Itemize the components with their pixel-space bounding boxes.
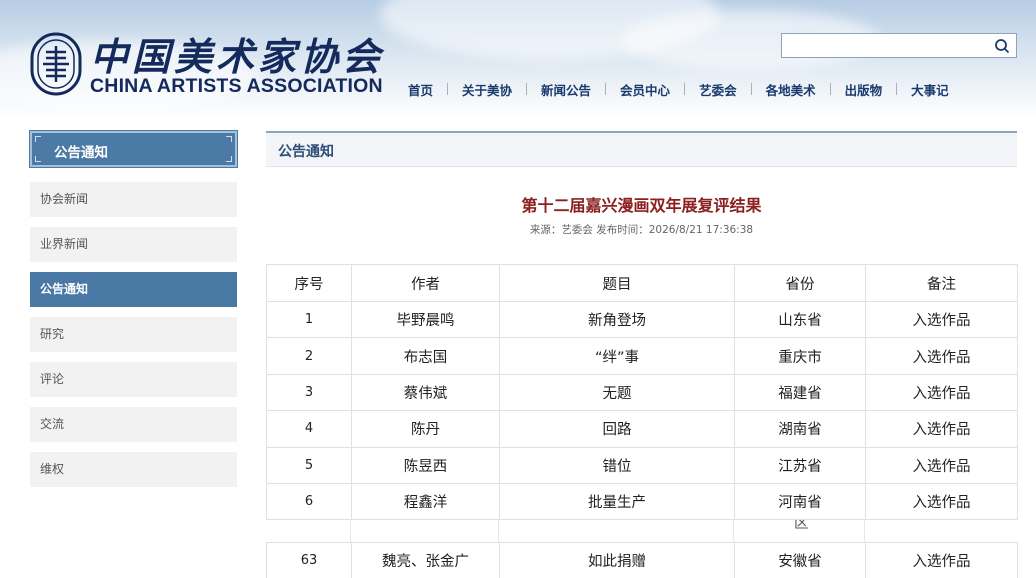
cell-author: 毕野晨鸣 bbox=[351, 300, 500, 339]
nav-item-events[interactable]: 大事记 bbox=[911, 80, 949, 99]
cell-index: 2 bbox=[266, 337, 352, 375]
nav-separator bbox=[605, 83, 607, 95]
column-line bbox=[733, 520, 734, 542]
cell-title: 回路 bbox=[499, 410, 735, 448]
cell-index: 1 bbox=[266, 300, 352, 339]
nav-item-home[interactable]: 首页 bbox=[408, 80, 433, 99]
frame-corner bbox=[35, 136, 41, 142]
table-row: 63 魏亮、张金广 如此捐赠 安徽省 入选作品 bbox=[266, 542, 1018, 578]
results-table-tail: 63 魏亮、张金广 如此捐赠 安徽省 入选作品 bbox=[266, 542, 1018, 578]
cell-province: 重庆市 bbox=[734, 337, 866, 375]
cell-index: 63 bbox=[266, 542, 352, 578]
site-header: 中国美术家协会 CHINA ARTISTS ASSOCIATION 首页 关于美… bbox=[0, 0, 1036, 118]
column-line bbox=[498, 520, 499, 542]
cell-index: 3 bbox=[266, 373, 352, 412]
nav-item-art-committee[interactable]: 艺委会 bbox=[699, 80, 737, 99]
column-header-index: 序号 bbox=[266, 264, 352, 302]
nav-item-publications[interactable]: 出版物 bbox=[845, 80, 883, 99]
cell-remark: 入选作品 bbox=[865, 337, 1018, 375]
sidebar-item-announcements[interactable]: 公告通知 bbox=[30, 272, 237, 307]
nav-item-regional[interactable]: 各地美术 bbox=[766, 80, 816, 99]
nav-separator bbox=[750, 83, 752, 95]
sidebar-item-exchange[interactable]: 交流 bbox=[30, 407, 237, 442]
cell-title: 错位 bbox=[499, 446, 735, 484]
nav-item-about[interactable]: 关于美协 bbox=[462, 80, 512, 99]
cell-author: 陈昱西 bbox=[351, 446, 500, 484]
search-icon[interactable] bbox=[994, 38, 1010, 54]
cell-author: 布志国 bbox=[351, 337, 500, 375]
column-header-author: 作者 bbox=[351, 264, 500, 302]
table-row: 4 陈丹 回路 湖南省 入选作品 bbox=[266, 410, 1018, 448]
cell-index: 5 bbox=[266, 446, 352, 484]
cell-author: 蔡伟斌 bbox=[351, 373, 500, 412]
article-meta: 来源：艺委会 发布时间：2026/8/21 17:36:38 bbox=[529, 224, 754, 236]
cell-index: 6 bbox=[266, 482, 352, 521]
sidebar: 公告通知 协会新闻 业界新闻 公告通知 研究 评论 交流 维权 bbox=[29, 130, 238, 487]
cell-province: 江苏省 bbox=[734, 446, 866, 484]
column-line bbox=[350, 520, 351, 542]
cell-remark: 入选作品 bbox=[865, 300, 1018, 339]
cell-remark: 入选作品 bbox=[865, 482, 1018, 521]
section-header: 公告通知 bbox=[266, 131, 1017, 167]
cell-author: 魏亮、张金广 bbox=[351, 542, 500, 578]
cell-province: 湖南省 bbox=[734, 410, 866, 448]
cell-remark: 入选作品 bbox=[865, 446, 1018, 484]
section-title: 公告通知 bbox=[278, 144, 334, 160]
nav-separator bbox=[526, 83, 528, 95]
frame-corner bbox=[226, 156, 232, 162]
nav-separator bbox=[684, 83, 686, 95]
nav-separator bbox=[829, 83, 831, 95]
frame-corner bbox=[35, 156, 41, 162]
nav-separator bbox=[447, 83, 449, 95]
table-row: 1 毕野晨鸣 新角登场 山东省 入选作品 bbox=[266, 300, 1018, 339]
association-emblem-icon[interactable] bbox=[30, 28, 82, 100]
cell-title: “绊”事 bbox=[499, 337, 735, 375]
cell-province: 山东省 bbox=[734, 300, 866, 339]
site-logo-english[interactable]: CHINA ARTISTS ASSOCIATION bbox=[90, 75, 383, 98]
column-header-title: 题目 bbox=[499, 264, 735, 302]
cell-remark: 入选作品 bbox=[865, 542, 1018, 578]
cell-index: 4 bbox=[266, 410, 352, 448]
column-header-remark: 备注 bbox=[865, 264, 1018, 302]
cell-province: 河南省 bbox=[734, 482, 866, 521]
frame-corner bbox=[226, 136, 232, 142]
sidebar-item-industry-news[interactable]: 业界新闻 bbox=[30, 227, 237, 262]
column-line bbox=[864, 520, 865, 542]
table-row: 6 程鑫洋 批量生产 河南省 入选作品 bbox=[266, 482, 1018, 521]
site-logo-chinese[interactable]: 中国美术家协会 bbox=[90, 26, 384, 81]
table-row: 2 布志国 “绊”事 重庆市 入选作品 bbox=[266, 337, 1018, 375]
cell-province: 福建省 bbox=[734, 373, 866, 412]
table-row: 5 陈昱西 错位 江苏省 入选作品 bbox=[266, 446, 1018, 484]
sidebar-heading-label: 公告通知 bbox=[54, 145, 108, 161]
cell-title: 新角登场 bbox=[499, 300, 735, 339]
table-gap: 区 bbox=[266, 520, 1017, 542]
sidebar-item-rights[interactable]: 维权 bbox=[30, 452, 237, 487]
nav-item-news[interactable]: 新闻公告 bbox=[541, 80, 591, 99]
sidebar-heading: 公告通知 bbox=[29, 130, 238, 168]
search-input[interactable] bbox=[781, 33, 1017, 58]
cell-remark: 入选作品 bbox=[865, 373, 1018, 412]
main-nav: 首页 关于美协 新闻公告 会员中心 艺委会 各地美术 出版物 大事记 bbox=[408, 79, 949, 99]
sidebar-item-association-news[interactable]: 协会新闻 bbox=[30, 182, 237, 217]
cell-author: 程鑫洋 bbox=[351, 482, 500, 521]
column-header-province: 省份 bbox=[734, 264, 866, 302]
sidebar-item-research[interactable]: 研究 bbox=[30, 317, 237, 352]
table-header-row: 序号 作者 题目 省份 备注 bbox=[266, 264, 1018, 302]
cell-province: 安徽省 bbox=[734, 542, 866, 578]
cell-title: 如此捐赠 bbox=[499, 542, 735, 578]
results-table: 序号 作者 题目 省份 备注 1 毕野晨鸣 新角登场 山东省 入选作品 2 布志… bbox=[266, 264, 1018, 521]
cell-title: 批量生产 bbox=[499, 482, 735, 521]
cell-title: 无题 bbox=[499, 373, 735, 412]
cell-remark: 入选作品 bbox=[865, 410, 1018, 448]
sidebar-item-commentary[interactable]: 评论 bbox=[30, 362, 237, 397]
clipped-text: 区 bbox=[794, 520, 809, 532]
nav-separator bbox=[896, 83, 898, 95]
table-row: 3 蔡伟斌 无题 福建省 入选作品 bbox=[266, 373, 1018, 412]
cell-author: 陈丹 bbox=[351, 410, 500, 448]
nav-item-members[interactable]: 会员中心 bbox=[620, 80, 670, 99]
article-title: 第十二届嘉兴漫画双年展复评结果 bbox=[521, 196, 762, 215]
